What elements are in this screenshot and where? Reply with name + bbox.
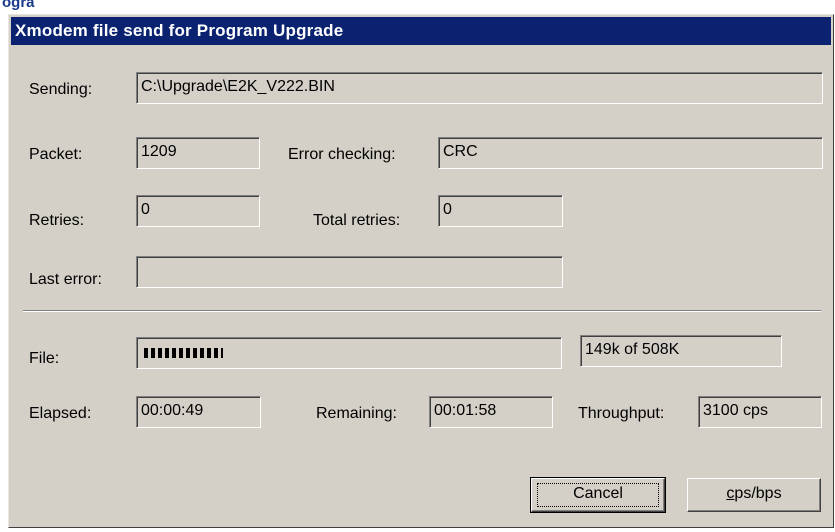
progress-block — [221, 348, 223, 358]
xmodem-dialog: Xmodem file send for Program Upgrade Sen… — [8, 14, 834, 528]
progress-block — [172, 348, 176, 358]
cancel-button-label: Cancel — [573, 485, 623, 502]
last-error-field — [136, 256, 563, 288]
cps-bps-button-label: cps/bps — [726, 485, 781, 502]
progress-block — [151, 348, 155, 358]
title-bar[interactable]: Xmodem file send for Program Upgrade — [11, 17, 831, 45]
file-size-field: 149k of 508K — [580, 335, 782, 367]
remaining-field: 00:01:58 — [429, 396, 553, 428]
elapsed-field: 00:00:49 — [136, 396, 261, 428]
file-progress-bar — [136, 337, 562, 369]
cancel-button[interactable]: Cancel — [530, 477, 666, 513]
error-checking-field: CRC — [438, 137, 823, 169]
progress-block — [214, 348, 218, 358]
progress-block — [158, 348, 162, 358]
error-checking-label: Error checking: — [288, 146, 396, 163]
retries-field: 0 — [136, 195, 260, 227]
progress-block — [179, 348, 183, 358]
progress-block — [200, 348, 204, 358]
cps-bps-button[interactable]: cps/bps — [687, 478, 821, 512]
cps-bps-rest: ps/bps — [734, 485, 782, 502]
progress-fill — [144, 348, 223, 358]
separator — [23, 310, 821, 312]
progress-block — [193, 348, 197, 358]
last-error-label: Last error: — [29, 271, 102, 288]
progress-block — [186, 348, 190, 358]
progress-block — [207, 348, 211, 358]
file-label: File: — [29, 350, 60, 367]
window-title: Xmodem file send for Program Upgrade — [15, 21, 344, 40]
remaining-label: Remaining: — [316, 405, 397, 422]
sending-field: C:\Upgrade\E2K_V222.BIN — [136, 72, 823, 104]
throughput-field: 3100 cps — [698, 396, 822, 428]
total-retries-field: 0 — [438, 195, 563, 227]
clipped-heading-text: ogra — [2, 0, 35, 11]
progress-block — [165, 348, 169, 358]
sending-label: Sending: — [29, 81, 93, 98]
total-retries-label: Total retries: — [313, 212, 401, 229]
packet-label: Packet: — [29, 146, 83, 163]
packet-field: 1209 — [136, 137, 260, 169]
retries-label: Retries: — [29, 212, 85, 229]
throughput-label: Throughput: — [578, 405, 665, 422]
background-heading-fragment: ogra — [0, 0, 835, 14]
elapsed-label: Elapsed: — [29, 405, 92, 422]
progress-block — [144, 348, 148, 358]
